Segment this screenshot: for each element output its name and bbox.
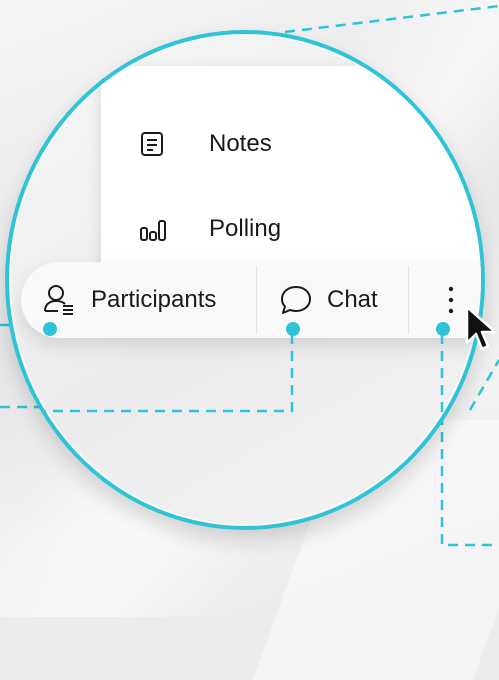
callout-lines-inner bbox=[9, 334, 444, 526]
callout-dot-participants bbox=[43, 322, 57, 336]
magnifier-circle: Notes Polling Participants Chat bbox=[5, 30, 485, 530]
callout-dot-more bbox=[436, 322, 450, 336]
callout-dot-chat bbox=[286, 322, 300, 336]
cursor-icon bbox=[463, 305, 499, 355]
